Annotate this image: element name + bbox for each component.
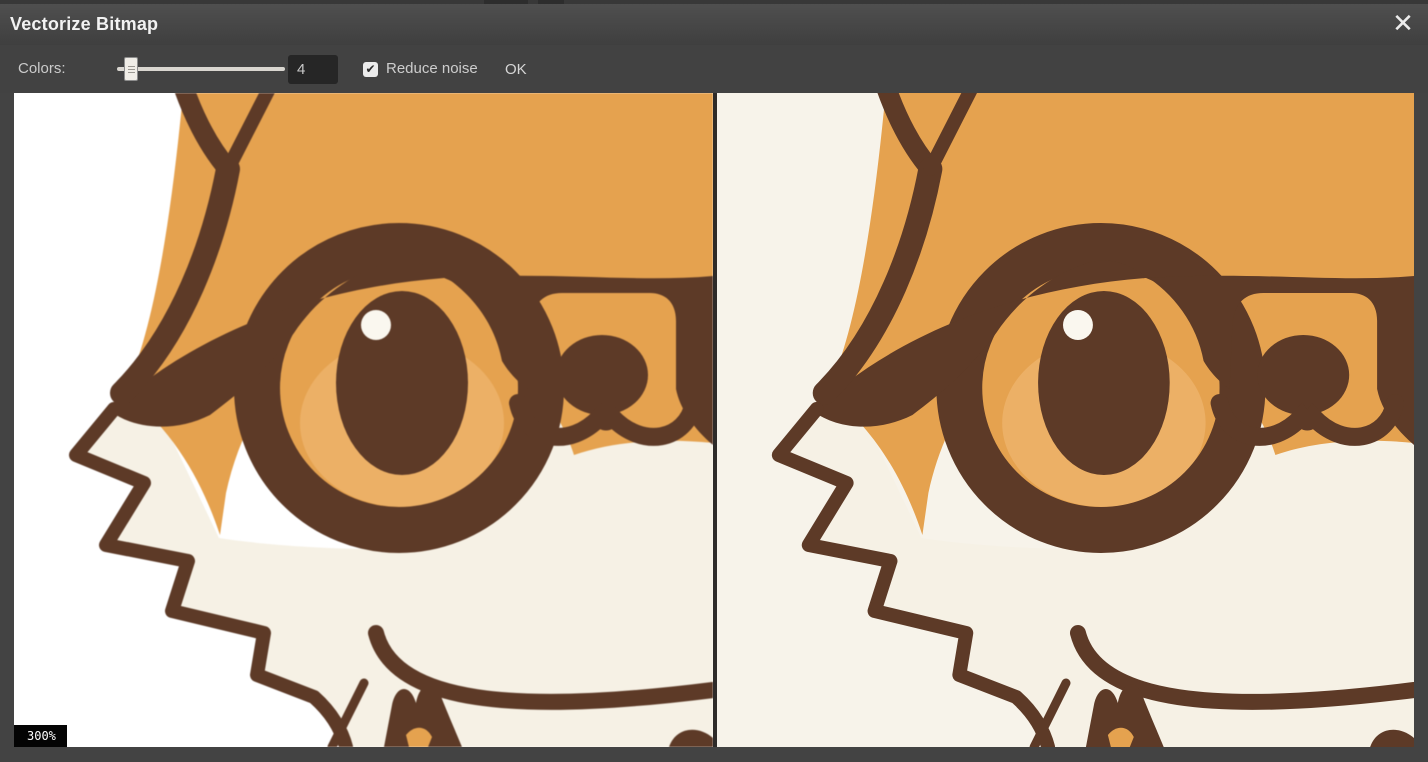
zoom-level-badge: 300% xyxy=(14,725,67,747)
bitmap-fox-image xyxy=(14,93,713,747)
close-icon: ✕ xyxy=(1392,9,1414,39)
checkmark-icon: ✔ xyxy=(365,62,375,76)
vector-preview-panel[interactable] xyxy=(717,93,1414,747)
preview-area: 300% xyxy=(14,93,1414,747)
dialog-toolbar: Colors: ✔ Reduce noise OK xyxy=(0,45,1428,93)
colors-label: Colors: xyxy=(18,45,66,93)
colors-slider[interactable] xyxy=(117,45,285,93)
vectorize-bitmap-dialog: Vectorize Bitmap ✕ Colors: ✔ Reduce nois… xyxy=(0,0,1428,762)
close-button[interactable]: ✕ xyxy=(1387,6,1419,42)
vectorized-fox-image xyxy=(717,93,1414,747)
dialog-title: Vectorize Bitmap xyxy=(10,4,158,44)
colors-value-input[interactable] xyxy=(288,55,338,84)
ok-button[interactable]: OK xyxy=(505,45,527,93)
colors-slider-track[interactable] xyxy=(117,67,285,71)
colors-slider-handle[interactable] xyxy=(124,57,138,81)
reduce-noise-checkbox[interactable]: ✔ xyxy=(363,62,378,77)
bitmap-preview-panel[interactable]: 300% xyxy=(14,93,713,747)
dialog-titlebar: Vectorize Bitmap ✕ xyxy=(0,4,1428,45)
reduce-noise-label[interactable]: Reduce noise xyxy=(386,45,478,93)
